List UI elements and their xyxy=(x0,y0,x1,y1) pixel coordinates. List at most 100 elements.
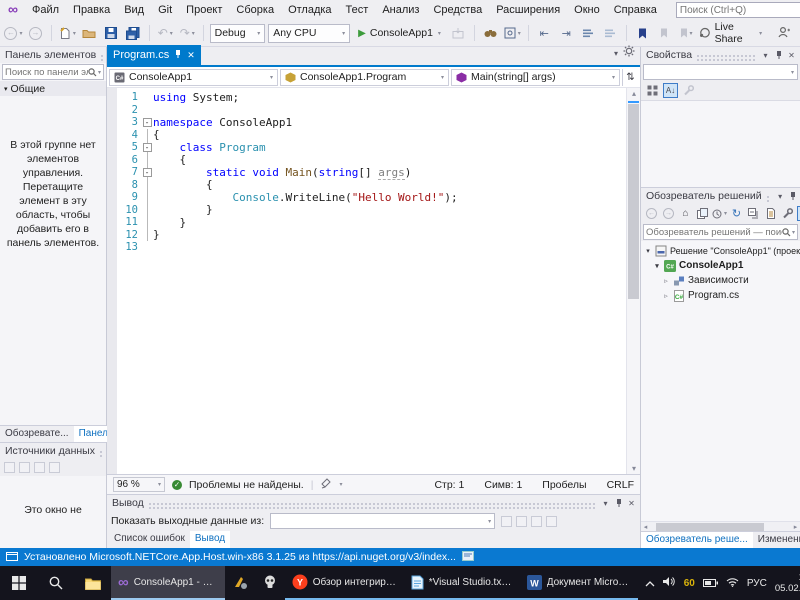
forward-icon[interactable]: → xyxy=(661,206,676,221)
find-in-files-icon[interactable] xyxy=(481,23,500,44)
taskbar-task-visual-studio[interactable]: ∞ ConsoleApp1 - Mic... xyxy=(111,566,225,600)
indent-increase-icon[interactable]: ⇥ xyxy=(557,23,576,44)
menu-item-9[interactable]: Средства xyxy=(426,2,489,18)
quick-search-box[interactable] xyxy=(675,2,800,18)
menu-item-6[interactable]: Отладка xyxy=(281,2,338,18)
previous-message-icon[interactable] xyxy=(501,515,513,527)
battery-percent[interactable]: 60 xyxy=(684,578,695,589)
tree-item-csproj[interactable]: ▾ C# ConsoleApp1 xyxy=(641,258,800,273)
edit-data-source-icon[interactable] xyxy=(19,462,30,473)
alphabetical-sort-icon[interactable]: A↓ xyxy=(663,83,678,98)
properties-object-dropdown[interactable]: ▾ xyxy=(643,64,798,80)
pin-icon[interactable] xyxy=(612,497,625,510)
code-line-5[interactable]: 5- class Program xyxy=(117,141,626,154)
next-message-icon[interactable] xyxy=(516,515,528,527)
solution-search-input[interactable] xyxy=(646,226,782,238)
live-share-label[interactable]: Live Share xyxy=(715,21,755,45)
menu-item-8[interactable]: Анализ xyxy=(375,2,426,18)
taskbar-task-tool[interactable] xyxy=(225,566,255,600)
zoom-level-dropdown[interactable]: 96 % ▾ xyxy=(113,477,165,492)
properties-wrench-icon[interactable] xyxy=(780,206,795,221)
chevron-expanded-icon[interactable]: ▾ xyxy=(644,247,652,255)
pin-icon[interactable] xyxy=(772,49,785,62)
language-indicator[interactable]: РУС xyxy=(747,578,767,589)
save-all-icon[interactable] xyxy=(124,23,143,44)
chevron-collapsed-icon[interactable]: ▹ xyxy=(662,277,670,285)
scroll-left-icon[interactable]: ◂ xyxy=(641,523,650,531)
code-line-2[interactable]: 2 xyxy=(117,104,626,117)
close-icon[interactable]: ✕ xyxy=(785,49,798,62)
code-line-11[interactable]: 11 } xyxy=(117,216,626,229)
right-tab-1[interactable]: Изменения Git — п... xyxy=(753,532,800,548)
fold-gutter[interactable]: - xyxy=(141,116,153,129)
output-source-dropdown[interactable]: ▾ xyxy=(270,513,496,529)
navigate-forward-icon[interactable]: → xyxy=(26,23,45,44)
solution-explorer-title-bar[interactable]: Обозреватель решений ▾ ✕ xyxy=(641,188,800,204)
file-explorer-icon[interactable] xyxy=(74,566,111,600)
volume-icon[interactable] xyxy=(662,574,676,592)
fold-collapse-icon[interactable]: - xyxy=(142,142,152,152)
scrollbar-thumb[interactable] xyxy=(656,522,764,531)
code-line-4[interactable]: 4{ xyxy=(117,128,626,141)
uncomment-selection-icon[interactable] xyxy=(601,23,620,44)
tree-item-csfile[interactable]: ▹ C# Program.cs xyxy=(641,288,800,303)
start-debugging-button[interactable]: ▶ ConsoleApp1 ▾ xyxy=(353,23,446,44)
refresh-icon[interactable]: ↻ xyxy=(729,206,744,221)
categorized-view-icon[interactable] xyxy=(645,83,660,98)
quick-search-input[interactable] xyxy=(679,4,800,16)
code-line-12[interactable]: 12} xyxy=(117,228,626,241)
code-cleanup-icon[interactable] xyxy=(320,477,332,492)
close-icon[interactable]: ✕ xyxy=(187,50,195,61)
previous-bookmark-icon[interactable] xyxy=(655,23,674,44)
menu-item-2[interactable]: Вид xyxy=(117,2,151,18)
solution-platform-dropdown[interactable]: Any CPU ▾ xyxy=(268,23,351,43)
chevron-collapsed-icon[interactable]: ▹ xyxy=(662,292,670,300)
menu-item-4[interactable]: Проект xyxy=(179,2,229,18)
toolbox-group-general[interactable]: ▾ Общие xyxy=(0,81,106,96)
taskbar-task-word[interactable]: W Документ Microso... xyxy=(519,566,638,600)
drag-handle[interactable] xyxy=(147,501,595,509)
tree-item-solution[interactable]: ▾ Решение "ConsoleApp1" (проекты: 1 из 1) xyxy=(641,243,800,258)
fold-collapse-icon[interactable]: - xyxy=(142,117,152,127)
tree-item-dependencies[interactable]: ▹ Зависимости xyxy=(641,273,800,288)
code-line-6[interactable]: 6 { xyxy=(117,153,626,166)
scrollbar-thumb[interactable] xyxy=(628,104,639,299)
breakpoint-margin[interactable] xyxy=(107,88,117,474)
show-all-files-icon[interactable] xyxy=(763,206,778,221)
configure-data-source-icon[interactable] xyxy=(34,462,45,473)
back-icon[interactable]: ← xyxy=(644,206,659,221)
scroll-right-icon[interactable]: ▸ xyxy=(791,523,800,531)
toolbox-title-bar[interactable]: Панель элементов ▾ ✕ xyxy=(0,47,144,63)
project-dropdown[interactable]: C# ConsoleApp1 ▾ xyxy=(109,68,278,86)
left-tab-0[interactable]: Обозревате... xyxy=(0,426,74,442)
toolbox-search-box[interactable]: ▾ xyxy=(2,64,104,80)
line-ending-indicator[interactable]: CRLF xyxy=(607,479,634,491)
toggle-bookmark-icon[interactable] xyxy=(633,23,652,44)
window-options-icon[interactable]: ▾ xyxy=(759,49,772,62)
redo-icon[interactable]: ↷ ▾ xyxy=(178,23,197,44)
open-file-icon[interactable] xyxy=(80,23,99,44)
tray-chevron-up-icon[interactable] xyxy=(645,574,655,592)
new-file-icon[interactable]: ▾ xyxy=(58,23,77,44)
data-sources-title-bar[interactable]: Источники данных ▾ ✕ xyxy=(0,443,143,459)
undo-icon[interactable]: ↶ ▾ xyxy=(156,23,175,44)
drag-handle[interactable] xyxy=(100,53,105,61)
fold-gutter[interactable]: - xyxy=(141,141,153,154)
code-line-8[interactable]: 8 { xyxy=(117,178,626,191)
right-tab-0[interactable]: Обозреватель реше... xyxy=(641,532,753,548)
background-task-icon[interactable] xyxy=(461,550,474,564)
output-tab-0[interactable]: Список ошибок xyxy=(109,531,190,548)
comment-selection-icon[interactable] xyxy=(579,23,598,44)
chevron-expanded-icon[interactable]: ▾ xyxy=(653,262,661,270)
add-data-source-icon[interactable] xyxy=(4,462,15,473)
member-dropdown[interactable]: Main(string[] args) ▾ xyxy=(451,68,620,86)
network-icon[interactable] xyxy=(726,574,739,592)
save-icon[interactable] xyxy=(102,23,121,44)
cursor-column-indicator[interactable]: Симв: 1 xyxy=(484,479,522,491)
code-line-1[interactable]: 1 using System; xyxy=(117,91,626,104)
drag-handle[interactable] xyxy=(98,449,103,457)
solution-configuration-dropdown[interactable]: Debug ▾ xyxy=(209,23,266,43)
window-options-icon[interactable]: ▾ xyxy=(599,497,612,510)
close-icon[interactable]: ✕ xyxy=(625,497,638,510)
code-line-9[interactable]: 9 Console.WriteLine("Hello World!"); xyxy=(117,191,626,204)
